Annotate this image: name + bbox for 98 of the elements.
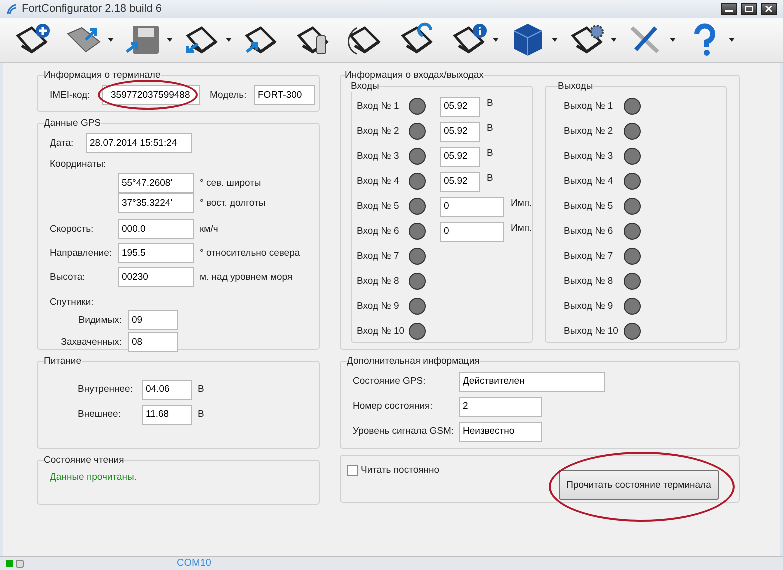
- value-field[interactable]: 00230: [118, 267, 194, 287]
- unit-label: В: [487, 173, 494, 184]
- field-label: Координаты:: [50, 158, 108, 170]
- model-field[interactable]: FORT-300: [254, 85, 315, 105]
- input-label: Вход № 10: [357, 325, 406, 338]
- field-label: Дата:: [50, 136, 75, 150]
- group-title: Информация о входах/выходах: [345, 70, 484, 81]
- caret-icon[interactable]: [611, 38, 617, 42]
- value-field[interactable]: 000.0: [118, 219, 194, 239]
- date-field[interactable]: 28.07.2014 15:51:24: [86, 133, 192, 153]
- output-label: Выход № 6: [564, 225, 614, 238]
- field-label: Захваченных:: [60, 336, 122, 348]
- field-label: Высота:: [50, 270, 86, 284]
- maximize-button[interactable]: [741, 3, 757, 15]
- read-status-button[interactable]: Прочитать состояние терминала: [559, 470, 719, 500]
- unit-label: км/ч: [200, 224, 218, 234]
- value-field[interactable]: Действителен: [459, 372, 605, 392]
- coordinate-field[interactable]: 55°47.2608': [118, 173, 194, 193]
- input-label: Вход № 7: [357, 250, 400, 263]
- field-label: Внутреннее:: [78, 383, 134, 396]
- coordinate-field[interactable]: 37°35.3224': [118, 193, 194, 213]
- unit-label: Имп.: [511, 223, 532, 234]
- close-button[interactable]: [761, 3, 777, 15]
- output-label: Выход № 10: [564, 325, 620, 338]
- field-label: Модель:: [210, 88, 248, 102]
- output-label: Выход № 7: [564, 250, 614, 263]
- imei-field[interactable]: 359772037599488: [102, 85, 200, 105]
- unit-label: В: [198, 409, 204, 420]
- unit-label: ° сев. широты: [200, 178, 262, 188]
- caret-icon[interactable]: [493, 38, 499, 42]
- caret-icon[interactable]: [226, 38, 232, 42]
- field-label: Номер состояния:: [353, 400, 434, 413]
- window-title: FortConfigurator 2.18 build 6: [22, 3, 164, 15]
- unit-label: В: [198, 384, 204, 395]
- value-field[interactable]: 0: [440, 222, 504, 242]
- value-field[interactable]: Неизвестно: [459, 422, 542, 442]
- input-label: Вход № 5: [357, 200, 400, 213]
- field-label: Направление:: [50, 246, 112, 260]
- field-label: Спутники:: [50, 296, 95, 309]
- group-title: Состояние чтения: [44, 455, 124, 466]
- input-label: Вход № 4: [357, 175, 400, 188]
- output-label: Выход № 4: [564, 175, 614, 188]
- unit-label: м. над уровнем моря: [200, 272, 293, 282]
- input-label: Вход № 2: [357, 125, 400, 138]
- port-label: COM10: [177, 558, 212, 569]
- value-field[interactable]: 05.92: [440, 122, 480, 142]
- unit-label: В: [487, 123, 494, 134]
- caret-icon[interactable]: [167, 38, 173, 42]
- input-label: Вход № 3: [357, 150, 400, 163]
- value-field[interactable]: 05.92: [440, 146, 480, 166]
- output-label: Выход № 8: [564, 275, 614, 288]
- group-title: Информация о терминале: [44, 70, 161, 81]
- app-logo-icon: [6, 3, 18, 15]
- output-label: Выход № 9: [564, 300, 614, 313]
- checkbox[interactable]: [347, 465, 358, 476]
- input-label: Вход № 1: [357, 100, 400, 113]
- value-field[interactable]: 0: [440, 196, 504, 216]
- output-label: Выход № 1: [564, 100, 614, 113]
- satellite-field[interactable]: 09: [128, 310, 178, 330]
- group-title: Данные GPS: [44, 118, 102, 129]
- group-title: Питание: [44, 356, 82, 367]
- input-label: Вход № 6: [357, 225, 400, 238]
- output-label: Выход № 3: [564, 150, 614, 163]
- field-label: Видимых:: [78, 314, 122, 326]
- voltage-field[interactable]: 11.68: [142, 404, 192, 424]
- field-label: Состояние GPS:: [353, 375, 427, 388]
- caret-icon[interactable]: [552, 38, 558, 42]
- output-label: Выход № 2: [564, 125, 614, 138]
- caret-icon[interactable]: [729, 38, 735, 42]
- close-icon: [765, 6, 773, 12]
- field-label: Внешнее:: [78, 408, 122, 421]
- field-label: IMEI-код:: [50, 88, 92, 102]
- group-title: Дополнительная информация: [347, 356, 480, 367]
- group-title: Входы: [351, 81, 380, 92]
- status-message: Данные прочитаны.: [50, 472, 138, 483]
- caret-icon[interactable]: [108, 38, 114, 42]
- group-title: Выходы: [558, 81, 594, 92]
- value-field[interactable]: 2: [459, 396, 542, 416]
- satellite-field[interactable]: 08: [128, 332, 178, 352]
- unit-label: ° вост. долготы: [200, 198, 266, 208]
- field-label: Скорость:: [50, 222, 95, 236]
- field-label: Уровень сигнала GSM:: [353, 425, 453, 438]
- maximize-icon: [745, 6, 753, 12]
- unit-label: Имп.: [511, 198, 532, 209]
- checkbox-label: Читать постоянно: [361, 464, 440, 477]
- value-field[interactable]: 05.92: [440, 96, 480, 116]
- unit-label: В: [487, 148, 494, 159]
- output-label: Выход № 5: [564, 200, 614, 213]
- value-field[interactable]: 195.5: [118, 243, 194, 263]
- value-field[interactable]: 05.92: [440, 172, 480, 192]
- voltage-field[interactable]: 04.06: [142, 380, 192, 400]
- input-label: Вход № 9: [357, 300, 400, 313]
- unit-label: ° относительно севера: [200, 248, 300, 258]
- caret-icon[interactable]: [670, 38, 676, 42]
- unit-label: В: [487, 98, 494, 109]
- minimize-button[interactable]: [721, 3, 737, 15]
- status-indicator-icon: [16, 560, 24, 568]
- input-label: Вход № 8: [357, 275, 400, 288]
